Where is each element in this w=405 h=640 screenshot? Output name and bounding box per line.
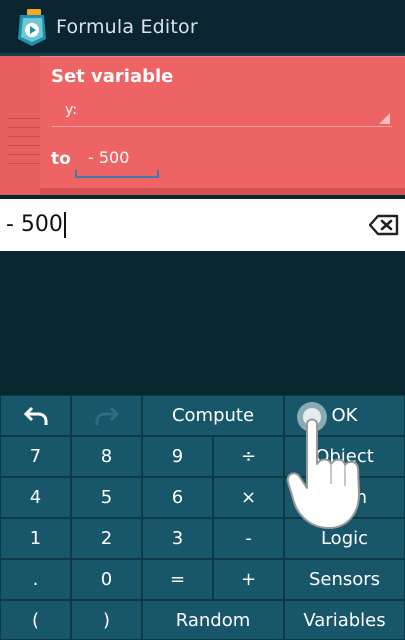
key-minus[interactable]: - xyxy=(213,518,284,559)
brick-title: Set variable xyxy=(51,66,174,87)
random-button[interactable]: Random xyxy=(142,600,284,640)
value-field-underline xyxy=(75,170,159,178)
tap-hand-icon xyxy=(286,402,360,529)
formula-input[interactable]: - 500 xyxy=(0,199,405,251)
text-caret xyxy=(64,212,66,238)
variables-button[interactable]: Variables xyxy=(284,600,405,640)
key-decimal[interactable]: . xyxy=(0,559,71,600)
key-9[interactable]: 9 xyxy=(142,436,213,477)
key-open-paren[interactable]: ( xyxy=(0,600,71,640)
app-logo-icon[interactable] xyxy=(16,9,48,47)
backspace-icon[interactable] xyxy=(369,213,399,237)
key-4[interactable]: 4 xyxy=(0,477,71,518)
to-label: to xyxy=(51,149,71,169)
value-field-text: - 500 xyxy=(88,148,130,167)
sensors-button[interactable]: Sensors xyxy=(284,559,405,600)
key-close-paren[interactable]: ) xyxy=(71,600,142,640)
brick-bottom-edge xyxy=(40,188,405,195)
key-6[interactable]: 6 xyxy=(142,477,213,518)
key-divide[interactable]: ÷ xyxy=(213,436,284,477)
redo-button[interactable] xyxy=(71,395,142,436)
key-multiply[interactable]: × xyxy=(213,477,284,518)
key-2[interactable]: 2 xyxy=(71,518,142,559)
key-equals[interactable]: = xyxy=(142,559,213,600)
key-8[interactable]: 8 xyxy=(71,436,142,477)
undo-icon xyxy=(23,406,47,425)
key-plus[interactable]: + xyxy=(213,559,284,600)
key-1[interactable]: 1 xyxy=(0,518,71,559)
key-7[interactable]: 7 xyxy=(0,436,71,477)
variable-dropdown-value: y: xyxy=(65,102,77,118)
brick-notch xyxy=(8,118,40,172)
variable-dropdown[interactable]: y: xyxy=(52,98,392,127)
dropdown-arrow-icon xyxy=(379,113,390,124)
undo-button[interactable] xyxy=(0,395,71,436)
formula-text: - 500 xyxy=(6,212,63,237)
compute-button[interactable]: Compute xyxy=(142,395,284,436)
key-3[interactable]: 3 xyxy=(142,518,213,559)
key-5[interactable]: 5 xyxy=(71,477,142,518)
action-bar: Formula Editor xyxy=(0,0,405,56)
page-title: Formula Editor xyxy=(56,16,198,38)
redo-icon xyxy=(95,406,119,425)
value-field[interactable]: - 500 xyxy=(75,144,159,180)
key-0[interactable]: 0 xyxy=(71,559,142,600)
